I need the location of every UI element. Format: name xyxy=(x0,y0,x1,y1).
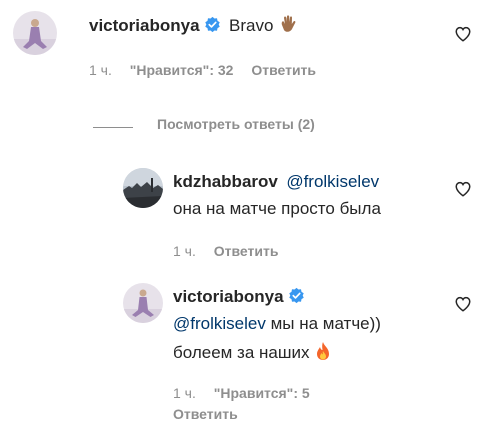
reply-meta: 1 ч. Ответить xyxy=(173,243,278,259)
reply-text-line: болеем за наших xyxy=(173,341,332,363)
reply-header: kdzhabbarov @frolkiselev xyxy=(173,172,379,192)
like-heart-icon[interactable] xyxy=(454,25,472,43)
verified-badge-icon xyxy=(288,287,304,304)
timestamp: 1 ч. xyxy=(173,385,196,401)
replies-divider xyxy=(93,127,133,128)
likes-count[interactable]: "Нравится": 5 xyxy=(214,385,310,401)
avatar[interactable] xyxy=(123,283,163,323)
verified-badge-icon xyxy=(204,16,220,33)
comment-text: Bravo xyxy=(229,16,274,35)
likes-count[interactable]: "Нравится": 32 xyxy=(130,62,234,78)
like-heart-icon[interactable] xyxy=(454,295,472,313)
mention-link[interactable]: @frolkiselev xyxy=(173,314,266,333)
comment-header: victoriabonya Bravo xyxy=(89,14,298,36)
reply-text: болеем за наших xyxy=(173,343,310,362)
username[interactable]: kdzhabbarov xyxy=(173,172,278,191)
reply-text: мы на матче)) xyxy=(270,314,381,333)
comment-meta: 1 ч. "Нравится": 32 Ответить xyxy=(89,62,316,78)
reply-meta: 1 ч. "Нравится": 5 xyxy=(173,385,310,401)
timestamp: 1 ч. xyxy=(173,243,196,259)
reply-text: она на матче просто была xyxy=(173,199,381,218)
mention-link[interactable]: @frolkiselev xyxy=(286,172,379,191)
reply-header: victoriabonya xyxy=(173,287,305,307)
avatar-image xyxy=(13,11,57,55)
avatar-image xyxy=(123,168,163,208)
waving-hand-emoji-icon xyxy=(281,15,296,32)
reply-button[interactable]: Ответить xyxy=(214,243,279,259)
avatar[interactable] xyxy=(123,168,163,208)
fire-emoji-icon xyxy=(317,342,330,360)
avatar-image xyxy=(123,283,163,323)
username[interactable]: victoriabonya xyxy=(173,287,284,306)
username[interactable]: victoriabonya xyxy=(89,16,200,35)
avatar[interactable] xyxy=(13,11,57,55)
like-heart-icon[interactable] xyxy=(454,180,472,198)
reply-button[interactable]: Ответить xyxy=(251,62,316,78)
view-replies-button[interactable]: Посмотреть ответы (2) xyxy=(157,116,315,132)
timestamp: 1 ч. xyxy=(89,62,112,78)
reply-text-line: @frolkiselev мы на матче)) xyxy=(173,314,381,334)
reply-button[interactable]: Ответить xyxy=(173,406,238,422)
reply-meta-second-line: Ответить xyxy=(173,406,238,422)
